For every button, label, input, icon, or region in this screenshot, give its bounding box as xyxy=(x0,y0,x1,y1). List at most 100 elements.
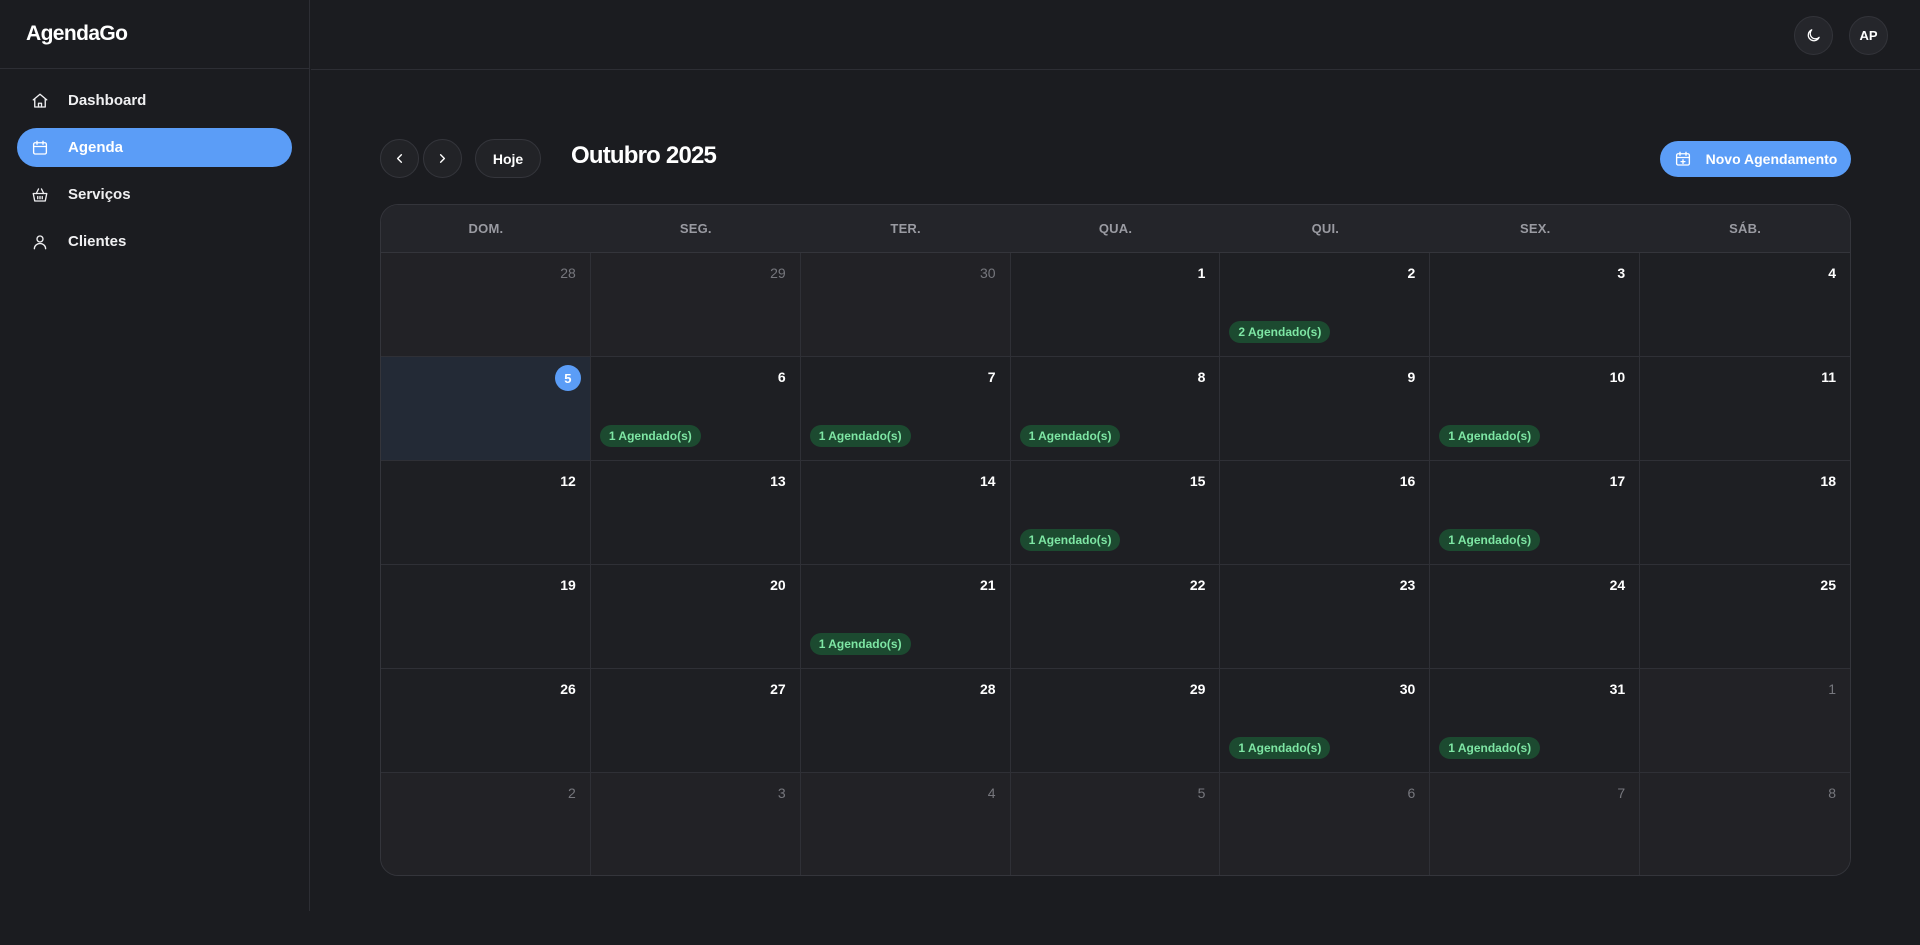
day-number: 1 xyxy=(1197,265,1206,281)
appointment-count-badge[interactable]: 1 Agendado(s) xyxy=(1019,529,1121,551)
appointment-count-badge[interactable]: 1 Agendado(s) xyxy=(599,425,701,447)
calendar-day-cell[interactable]: 30 xyxy=(800,253,1011,357)
day-number: 6 xyxy=(777,369,786,385)
calendar-day-cell[interactable]: 20 xyxy=(590,565,801,669)
day-number: 12 xyxy=(560,473,576,489)
calendar-day-cell[interactable]: 7 xyxy=(1430,773,1641,875)
sidebar-item-clientes[interactable]: Clientes xyxy=(17,222,292,261)
basket-icon xyxy=(30,185,50,205)
day-number: 8 xyxy=(1197,369,1206,385)
appointment-count-badge[interactable]: 1 Agendado(s) xyxy=(809,633,911,655)
calendar-day-cell[interactable]: 12 xyxy=(381,461,591,565)
avatar[interactable]: AP xyxy=(1849,16,1888,55)
calendar-day-cell[interactable]: 28 xyxy=(381,253,591,357)
day-number: 13 xyxy=(770,473,786,489)
calendar-day-cell[interactable]: 21 1 Agendado(s) xyxy=(800,565,1011,669)
day-number: 3 xyxy=(1617,265,1626,281)
calendar-day-cell[interactable]: 29 xyxy=(1010,669,1221,773)
calendar-day-cell[interactable]: 13 xyxy=(590,461,801,565)
day-number: 27 xyxy=(770,681,786,697)
day-number: 1 xyxy=(1828,681,1836,697)
appointment-count-badge[interactable]: 1 Agendado(s) xyxy=(1439,737,1541,759)
calendar-day-cell[interactable]: 2 2 Agendado(s) xyxy=(1220,253,1431,357)
weekday-label: QUI. xyxy=(1311,221,1340,236)
weekday-label: SEX. xyxy=(1519,221,1551,236)
calendar-day-cell[interactable]: 4 xyxy=(800,773,1011,875)
calendar-day-cell[interactable]: 26 xyxy=(381,669,591,773)
today-button[interactable]: Hoje xyxy=(475,139,541,178)
calendar-day-cell[interactable]: 9 xyxy=(1220,357,1431,461)
calendar-day-cell[interactable]: 3 xyxy=(590,773,801,875)
calendar-toolbar: Hoje Outubro 2025 Novo Agendamento xyxy=(380,139,1851,179)
day-number: 28 xyxy=(979,681,996,697)
appointment-count-badge[interactable]: 1 Agendado(s) xyxy=(809,425,911,447)
day-number: 4 xyxy=(987,785,996,801)
calendar-day-cell[interactable]: 18 xyxy=(1640,461,1850,565)
weekday-label: DOM. xyxy=(468,221,504,236)
day-number: 6 xyxy=(1407,785,1416,801)
calendar-day-cell[interactable]: 3 xyxy=(1430,253,1641,357)
appointment-count-badge[interactable]: 1 Agendado(s) xyxy=(1439,529,1541,551)
calendar-day-cell[interactable]: 28 xyxy=(800,669,1011,773)
calendar-day-cell[interactable]: 17 1 Agendado(s) xyxy=(1430,461,1641,565)
calendar-day-cell[interactable]: 15 1 Agendado(s) xyxy=(1010,461,1221,565)
sidebar-item-agenda[interactable]: Agenda xyxy=(17,128,292,167)
calendar-day-cell[interactable]: 6 1 Agendado(s) xyxy=(590,357,801,461)
calendar-day-cell[interactable]: 5 xyxy=(1010,773,1221,875)
day-number: 3 xyxy=(777,785,786,801)
calendar-day-cell[interactable]: 24 xyxy=(1430,565,1641,669)
calendar-day-cell[interactable]: 31 1 Agendado(s) xyxy=(1430,669,1641,773)
weekday-label: TER. xyxy=(890,221,921,236)
next-month-button[interactable] xyxy=(423,139,462,178)
calendar-day-cell[interactable]: 1 xyxy=(1010,253,1221,357)
day-number: 24 xyxy=(1609,577,1626,593)
day-number: 7 xyxy=(987,369,996,385)
calendar-day-cell[interactable]: 29 xyxy=(590,253,801,357)
user-icon xyxy=(30,232,50,252)
calendar-day-cell[interactable]: 10 1 Agendado(s) xyxy=(1430,357,1641,461)
sidebar-item-dashboard[interactable]: Dashboard xyxy=(17,81,292,120)
calendar-day-cell[interactable]: 7 1 Agendado(s) xyxy=(800,357,1011,461)
calendar-day-cell[interactable]: 8 1 Agendado(s) xyxy=(1010,357,1221,461)
calendar-day-cell[interactable]: 19 xyxy=(381,565,591,669)
day-number: 28 xyxy=(560,265,576,281)
weekday-label: SÁB. xyxy=(1729,221,1761,236)
calendar-day-cell[interactable]: 2 xyxy=(381,773,591,875)
appointment-count-badge[interactable]: 2 Agendado(s) xyxy=(1229,321,1331,343)
calendar-day-cell[interactable]: 23 xyxy=(1220,565,1431,669)
calendar-day-cell[interactable]: 30 1 Agendado(s) xyxy=(1220,669,1431,773)
sidebar-item-label: Clientes xyxy=(68,233,127,250)
day-number: 25 xyxy=(1820,577,1836,593)
theme-toggle-button[interactable] xyxy=(1794,16,1833,55)
previous-month-button[interactable] xyxy=(380,139,419,178)
moon-icon xyxy=(1805,27,1822,44)
calendar-day-cell[interactable]: 1 xyxy=(1640,669,1850,773)
calendar-day-cell[interactable]: 16 xyxy=(1220,461,1431,565)
calendar-day-cell[interactable]: 27 xyxy=(590,669,801,773)
day-number: 22 xyxy=(1189,577,1206,593)
day-number: 9 xyxy=(1407,369,1416,385)
calendar-day-cell-today[interactable]: 5 xyxy=(381,357,591,461)
sidebar-nav: Dashboard Agenda Serviços Clientes xyxy=(0,69,309,281)
app-logo[interactable]: AgendaGo xyxy=(0,0,309,69)
day-number: 16 xyxy=(1399,473,1416,489)
day-number: 23 xyxy=(1399,577,1416,593)
calendar-day-cell[interactable]: 11 xyxy=(1640,357,1850,461)
day-number: 18 xyxy=(1820,473,1836,489)
new-appointment-button[interactable]: Novo Agendamento xyxy=(1660,141,1851,177)
day-number: 2 xyxy=(1407,265,1416,281)
calendar-day-cell[interactable]: 25 xyxy=(1640,565,1850,669)
day-number: 2 xyxy=(568,785,576,801)
appointment-count-badge[interactable]: 1 Agendado(s) xyxy=(1229,737,1331,759)
calendar-day-cell[interactable]: 4 xyxy=(1640,253,1850,357)
sidebar-item-servicos[interactable]: Serviços xyxy=(17,175,292,214)
calendar-day-cell[interactable]: 8 xyxy=(1640,773,1850,875)
chevron-left-icon xyxy=(392,151,407,166)
home-icon xyxy=(30,91,50,111)
day-number: 17 xyxy=(1609,473,1626,489)
appointment-count-badge[interactable]: 1 Agendado(s) xyxy=(1019,425,1121,447)
appointment-count-badge[interactable]: 1 Agendado(s) xyxy=(1439,425,1541,447)
calendar-day-cell[interactable]: 6 xyxy=(1220,773,1431,875)
calendar-day-cell[interactable]: 14 xyxy=(800,461,1011,565)
calendar-day-cell[interactable]: 22 xyxy=(1010,565,1221,669)
